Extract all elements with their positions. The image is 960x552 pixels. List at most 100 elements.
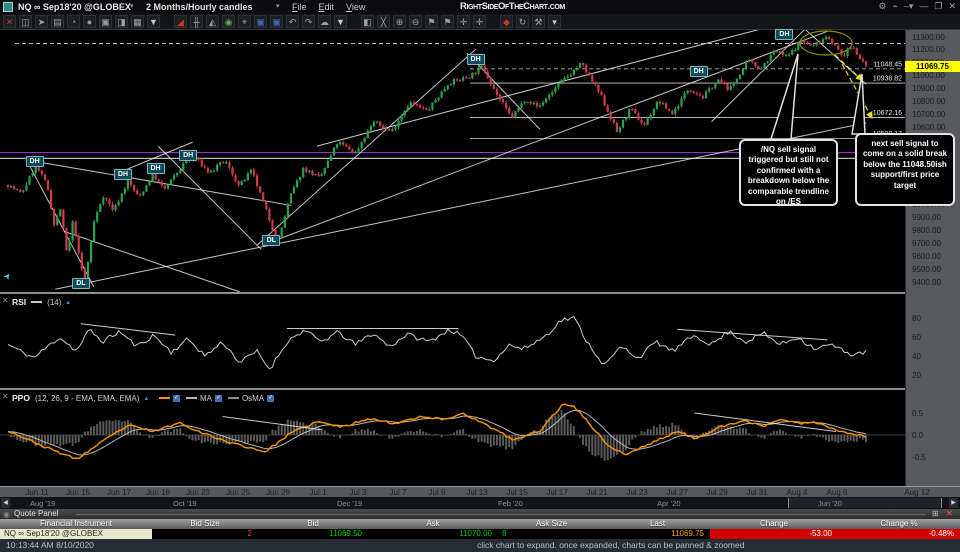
crosshair-icon[interactable]: ✛: [457, 15, 470, 28]
refresh-icon[interactable]: ↻: [516, 15, 529, 28]
date-tick-label: Jun 29: [265, 488, 291, 497]
quote-value-ask_size: 8: [498, 529, 605, 539]
grid-icon[interactable]: ▦: [131, 15, 144, 28]
volume-bars-icon[interactable]: ╫: [190, 15, 203, 28]
close-chart-icon[interactable]: ✕: [3, 15, 16, 28]
trendline[interactable]: [36, 161, 292, 206]
pie-icon[interactable]: ◔: [67, 15, 80, 28]
timeframe-selector[interactable]: 2 Months/Hourly candles: [146, 2, 253, 12]
rsi-header: RSI (14) ▴: [12, 297, 70, 307]
pin-icon[interactable]: –▾: [904, 1, 914, 12]
close-panel-icon[interactable]: ✕: [2, 392, 9, 401]
close-panel-icon[interactable]: ✕: [2, 296, 9, 305]
caret-down2-icon[interactable]: ▼: [334, 15, 347, 28]
crosshair2-icon[interactable]: ✛: [473, 15, 486, 28]
menu-edit[interactable]: Edit: [319, 2, 335, 12]
legend-swatch: [158, 397, 170, 400]
text-box2-icon[interactable]: ▣: [270, 15, 283, 28]
status-hint: click chart to expand. once expanded, ch…: [477, 540, 745, 550]
scroll-left-icon[interactable]: ◀: [1, 498, 10, 508]
ppo-trendline[interactable]: [222, 416, 322, 431]
quote-col-change_pct: Change %: [880, 519, 918, 528]
quote-value-bid_size: 2: [152, 529, 258, 539]
callout-tail: [769, 53, 799, 140]
settings-gear-icon[interactable]: ⚙: [878, 1, 886, 12]
popout-icon[interactable]: ⊞: [932, 509, 939, 518]
flag-icon[interactable]: ⚑: [425, 15, 438, 28]
legend-checkbox[interactable]: ✓: [267, 394, 275, 402]
date-tick-label: Jul 29: [706, 488, 728, 497]
rsi-trendline[interactable]: [677, 328, 828, 341]
date-tick-label: Jun 17: [106, 488, 132, 497]
charting-app: NQ ∞ Sep18'20 @GLOBEX ▾ 2 Months/Hourly …: [0, 0, 960, 552]
caret-down-icon[interactable]: ▼: [147, 15, 160, 28]
support-level-label: 10672.16: [873, 110, 902, 117]
price-tick-label: 10800.00: [912, 97, 946, 106]
date-tick-label: Jul 23: [626, 488, 648, 497]
date-tick-label: Aug 6: [826, 488, 848, 497]
cross-lines-icon[interactable]: ╳: [377, 15, 390, 28]
collapse-panel-icon[interactable]: ▴: [144, 394, 148, 402]
panel-icon[interactable]: ◨: [115, 15, 128, 28]
dot-green-icon[interactable]: ◉: [222, 15, 235, 28]
ppo-legend: ✓ MA ✓ OsMA ✓: [153, 394, 275, 403]
trendline[interactable]: [466, 52, 541, 130]
chevron-down-icon[interactable]: ▾: [130, 2, 134, 10]
link-icon[interactable]: ⌁: [892, 1, 897, 12]
annotation-callout-next-signal[interactable]: next sell signal to come on a solid brea…: [855, 133, 955, 206]
quote-value-instrument[interactable]: NQ ∞ Sep18'20 @GLOBEX: [0, 529, 152, 539]
chevron-down-icon[interactable]: ▾: [276, 2, 280, 10]
date-tick-label: Jul 13: [466, 488, 488, 497]
paint-icon[interactable]: ◆: [500, 15, 513, 28]
text-box-icon[interactable]: ▣: [254, 15, 267, 28]
undo-icon[interactable]: ↶: [286, 15, 299, 28]
quote-row[interactable]: NQ ∞ Sep18'20 @GLOBEX 2 11069.50 11070.00 8 1…: [0, 529, 960, 539]
restore-icon[interactable]: ❐: [934, 1, 942, 12]
legend-checkbox[interactable]: ✓: [172, 394, 180, 402]
close-icon[interactable]: ✕: [946, 509, 953, 518]
rows-icon[interactable]: ▤: [51, 15, 64, 28]
price-tick-label: 10900.00: [912, 84, 946, 94]
price-tick-label: 11200.00: [912, 45, 945, 55]
close-icon[interactable]: ✕: [948, 1, 956, 12]
legend-checkbox[interactable]: ✓: [214, 394, 222, 402]
rsi-chart[interactable]: [0, 294, 905, 388]
symbol-selector[interactable]: NQ ∞ Sep18'20 @GLOBEX: [18, 2, 131, 12]
date-tick-label: Jul 17: [546, 488, 568, 497]
cloud-icon[interactable]: ☁: [318, 15, 331, 28]
collapse-quote-panel-icon[interactable]: ◉: [3, 510, 10, 519]
scroll-right-icon[interactable]: ▶: [949, 498, 958, 508]
zoom-in-icon[interactable]: ⊕: [393, 15, 406, 28]
scrollbar-thumb[interactable]: [788, 498, 942, 508]
menu-file[interactable]: File: [292, 2, 307, 12]
zoom-out-icon[interactable]: ⊖: [409, 15, 422, 28]
caret-down3-icon[interactable]: ▾: [548, 15, 561, 28]
minimize-icon[interactable]: —: [919, 1, 928, 12]
price-tick-label: 11000.00: [912, 71, 945, 81]
annotation-callout-sell-signal[interactable]: /NQ sell signal triggered but still not …: [739, 139, 838, 206]
circle-icon[interactable]: ●: [83, 15, 96, 28]
date-tick-label: Jun 19: [145, 488, 171, 497]
image-icon[interactable]: ▣: [99, 15, 112, 28]
trendline[interactable]: [316, 30, 806, 147]
trendline[interactable]: [256, 48, 476, 246]
target-icon[interactable]: ⌖: [238, 15, 251, 28]
menu-view[interactable]: View: [346, 2, 365, 12]
chart-type-icon[interactable]: ◧: [361, 15, 374, 28]
nav-period-label: Feb '20: [498, 499, 523, 508]
nav-period-label: Dec '19: [337, 499, 363, 508]
rsi-trendline[interactable]: [80, 323, 176, 336]
date-tick-label: Aug 12: [904, 488, 930, 497]
triangle-overlay-icon[interactable]: ◭: [206, 15, 219, 28]
redo-icon[interactable]: ↷: [302, 15, 315, 28]
collapse-panel-icon[interactable]: ▴: [66, 298, 70, 306]
draw-red-icon[interactable]: ◢: [174, 15, 187, 28]
cursor-icon[interactable]: ➤: [35, 15, 48, 28]
flag2-icon[interactable]: ⚑: [441, 15, 454, 28]
status-bar: 10:13:44 AM 8/10/2020 click chart to exp…: [0, 539, 960, 552]
trendline[interactable]: [29, 165, 95, 287]
price-tick-label: 9700.00: [912, 238, 941, 248]
ppo-chart[interactable]: [0, 390, 905, 486]
layout-grid-icon[interactable]: ◫: [19, 15, 32, 28]
tools-icon[interactable]: ⚒: [532, 15, 545, 28]
